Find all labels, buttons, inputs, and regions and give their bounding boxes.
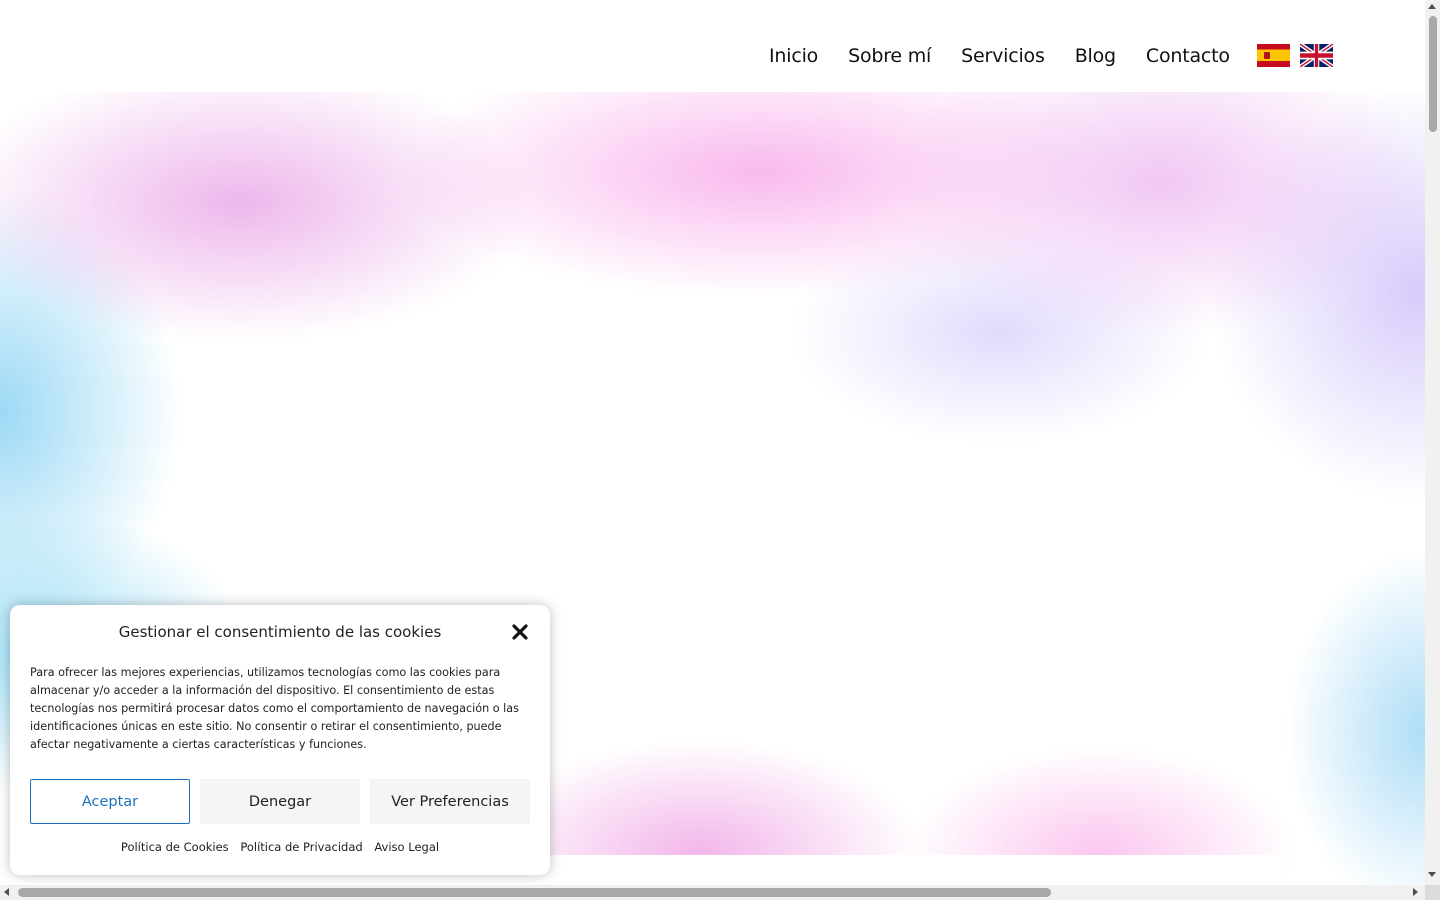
spain-flag-icon[interactable] — [1257, 44, 1290, 67]
nav-item-contacto[interactable]: Contacto — [1146, 43, 1230, 69]
nav-item-blog[interactable]: Blog — [1075, 43, 1116, 69]
link-privacy-policy[interactable]: Política de Privacidad — [240, 840, 362, 854]
nav-item-sobre-mi[interactable]: Sobre mí — [848, 43, 931, 69]
close-icon[interactable] — [510, 622, 530, 642]
horizontal-scroll-thumb[interactable] — [18, 888, 1051, 897]
scroll-up-arrow-icon[interactable] — [1428, 4, 1436, 9]
scroll-left-arrow-icon[interactable] — [4, 888, 9, 896]
nav-item-inicio[interactable]: Inicio — [769, 43, 818, 69]
main-nav: Inicio Sobre mí Servicios Blog Contacto — [769, 43, 1260, 69]
cookie-description: Para ofrecer las mejores experiencias, u… — [30, 666, 519, 751]
scroll-right-arrow-icon[interactable] — [1413, 888, 1418, 896]
scroll-down-arrow-icon[interactable] — [1428, 872, 1436, 877]
cookie-title: Gestionar el consentimiento de las cooki… — [118, 623, 442, 641]
horizontal-scrollbar[interactable] — [0, 885, 1425, 900]
scrollbar-corner — [1425, 885, 1440, 900]
cookie-consent-banner: Gestionar el consentimiento de las cooki… — [10, 605, 550, 875]
language-switcher — [1257, 44, 1333, 67]
site-header: Inicio Sobre mí Servicios Blog Contacto — [0, 0, 1425, 92]
deny-button[interactable]: Denegar — [200, 779, 360, 824]
accept-button[interactable]: Aceptar — [30, 779, 190, 824]
view-preferences-button[interactable]: Ver Preferencias — [370, 779, 530, 824]
uk-flag-icon[interactable] — [1300, 44, 1333, 67]
nav-item-servicios[interactable]: Servicios — [961, 43, 1045, 69]
vertical-scrollbar[interactable] — [1425, 0, 1440, 885]
vertical-scroll-thumb[interactable] — [1429, 16, 1437, 132]
link-legal-notice[interactable]: Aviso Legal — [374, 840, 439, 854]
link-cookie-policy[interactable]: Política de Cookies — [121, 840, 229, 854]
cookie-links: Política de Cookies Política de Privacid… — [10, 840, 550, 854]
